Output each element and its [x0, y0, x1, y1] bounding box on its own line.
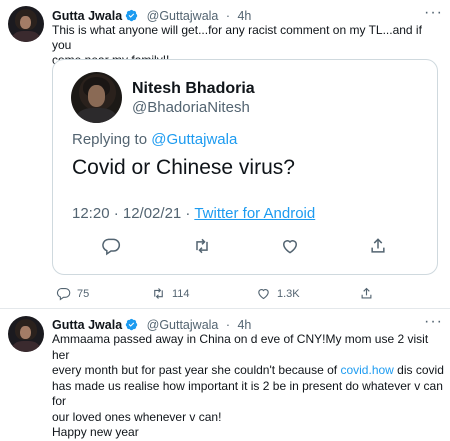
- more-options-icon[interactable]: ···: [424, 4, 443, 22]
- author-name[interactable]: Gutta Jwala: [52, 318, 122, 332]
- more-options-icon[interactable]: ···: [424, 313, 443, 331]
- quoted-tweet-text: Covid or Chinese virus?: [72, 156, 295, 179]
- share-icon: [361, 287, 372, 299]
- tweet-text-line: This is what anyone will get...for any r…: [52, 23, 422, 52]
- heart-icon: [282, 240, 298, 254]
- retweet-count: 114: [172, 287, 190, 300]
- reply-button[interactable]: 75: [56, 286, 89, 301]
- retweet-button[interactable]: 114: [151, 286, 190, 301]
- quoted-retweet-button[interactable]: [192, 236, 212, 261]
- author-name[interactable]: Gutta Jwala: [52, 9, 122, 23]
- tweet-text-line: every month but for past year she couldn…: [52, 363, 447, 379]
- quoted-author-name[interactable]: Nitesh Bhadoria: [132, 80, 255, 98]
- like-count: 1.3K: [277, 287, 300, 300]
- tweet-text-line: Ammaama passed away in China on d eve of…: [52, 332, 429, 362]
- tweet-text: Ammaama passed away in China on d eve of…: [52, 332, 447, 441]
- like-button[interactable]: 1.3K: [256, 286, 300, 301]
- dot-separator: ·: [225, 9, 230, 23]
- tweet-text-line: has made us realise how important it is …: [52, 378, 443, 409]
- author-avatar[interactable]: [8, 6, 44, 42]
- covid-link[interactable]: covid.how: [340, 363, 393, 377]
- retweet-icon: [154, 288, 163, 299]
- author-avatar[interactable]: [8, 316, 44, 352]
- share-button[interactable]: [359, 286, 374, 301]
- tweet-text-line: Happy new year: [52, 425, 139, 439]
- quoted-timestamp[interactable]: 12:20 · 12/02/21 ·: [72, 205, 194, 222]
- verified-badge-icon: [125, 318, 138, 331]
- quoted-like-button[interactable]: [280, 236, 300, 261]
- author-handle[interactable]: @Guttajwala: [147, 9, 219, 23]
- quoted-author-avatar[interactable]: [71, 72, 122, 123]
- tweet-time[interactable]: 4h: [237, 9, 251, 23]
- dot-separator: ·: [225, 318, 230, 332]
- quoted-author-handle[interactable]: @BhadoriaNitesh: [132, 99, 250, 116]
- reply-icon: [56, 287, 71, 301]
- replying-to-label: Replying to: [72, 131, 152, 148]
- tweet-text-segment: every month but for past year she couldn…: [52, 363, 341, 377]
- reply-icon: [102, 238, 121, 256]
- replying-to-handle[interactable]: @Guttajwala: [151, 131, 237, 148]
- author-handle[interactable]: @Guttajwala: [147, 318, 219, 332]
- replying-to: Replying to @Guttajwala: [72, 131, 237, 148]
- tweet-divider: [0, 308, 450, 309]
- reply-count: 75: [77, 287, 90, 300]
- quoted-reply-button[interactable]: [101, 236, 121, 261]
- tweet-time[interactable]: 4h: [237, 318, 251, 332]
- share-icon: [371, 238, 385, 253]
- retweet-icon: [196, 238, 208, 254]
- quoted-tweet-meta: 12:20 · 12/02/21 · Twitter for Android: [72, 205, 315, 222]
- tweet-text-segment: dis covid: [393, 363, 444, 377]
- tweet-source-link[interactable]: Twitter for Android: [194, 205, 315, 222]
- quoted-share-button[interactable]: [368, 236, 388, 261]
- verified-badge-icon: [125, 9, 138, 22]
- heart-icon: [258, 289, 269, 300]
